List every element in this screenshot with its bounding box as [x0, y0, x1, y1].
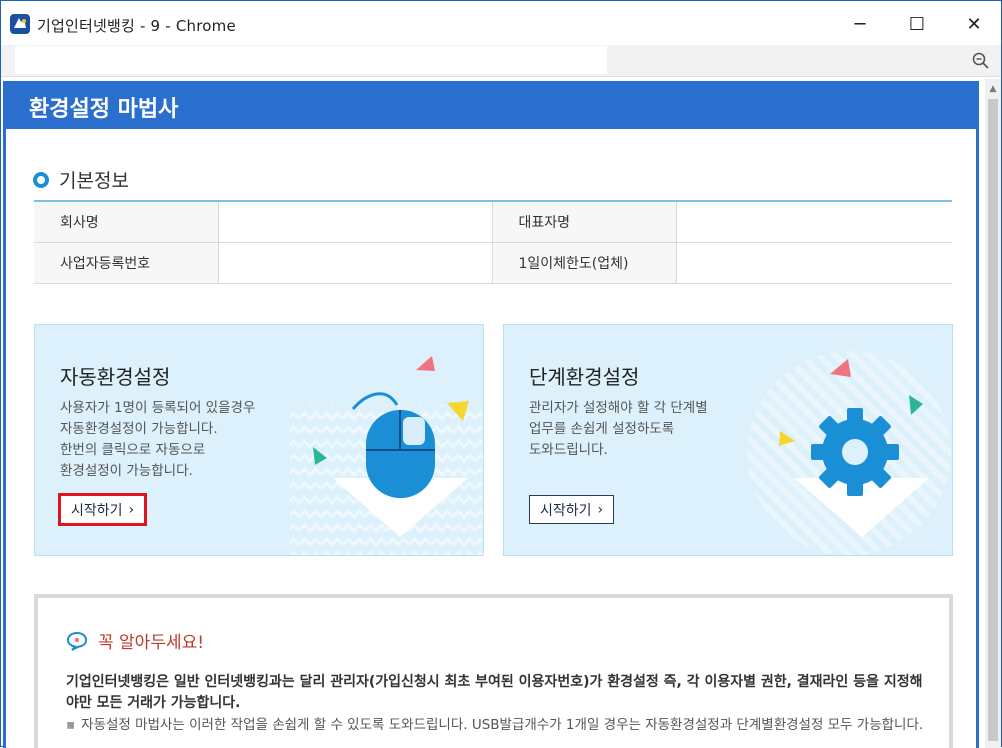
bizno-value: [217, 242, 493, 284]
desc-line: 업무를 손쉽게 설정하도록: [529, 421, 675, 437]
button-label: 시작하기: [71, 502, 123, 519]
section-title: 기본정보: [33, 166, 129, 193]
desc-line: 자동환경설정이 가능합니다.: [60, 421, 218, 437]
table-row: 회사명 대표자명: [34, 201, 952, 243]
auto-setup-description: 사용자가 1명이 등록되어 있을경우 자동환경설정이 가능합니다. 한번의 클릭…: [60, 398, 255, 482]
title-bar: 기업인터넷뱅킹 - 9 - Chrome ─ ☐ ✕: [1, 1, 1001, 47]
window-title: 기업인터넷뱅킹 - 9 - Chrome: [37, 17, 236, 35]
scroll-up-arrow-icon[interactable]: ▲: [985, 83, 1001, 95]
wizard-header: 환경설정 마법사: [3, 81, 979, 129]
desc-line: 환경설정이 가능합니다.: [60, 463, 193, 479]
desc-line: 사용자가 1명이 등록되어 있을경우: [60, 400, 256, 416]
page-content: 환경설정 마법사 기본정보 회사명 대표자명 사업자등록번호 1일이체한도(업체…: [3, 79, 985, 748]
browser-window: 기업인터넷뱅킹 - 9 - Chrome ─ ☐ ✕ 환경설정 마법사 기본정보…: [0, 0, 1002, 748]
bizno-label: 사업자등록번호: [34, 242, 218, 284]
maximize-button[interactable]: ☐: [902, 9, 932, 39]
bullet-icon: ▪: [66, 717, 76, 733]
chevron-right-icon: ›: [128, 501, 135, 518]
speech-bubble-icon: [66, 631, 88, 651]
vertical-scrollbar[interactable]: ▲: [985, 79, 1001, 748]
notice-box: 꼭 알아두세요! 기업인터넷뱅킹은 일반 인터넷뱅킹과는 달리 관리자(가입신청…: [34, 594, 953, 748]
desc-line: 한번의 클릭으로 자동으로: [60, 442, 206, 458]
ceo-label: 대표자명: [492, 201, 676, 243]
bullet-circle-icon: [33, 171, 49, 188]
scrollbar-thumb[interactable]: [988, 99, 998, 741]
minimize-button[interactable]: ─: [845, 9, 875, 39]
daily-limit-value: [675, 242, 952, 284]
ceo-value: [675, 201, 952, 243]
chevron-right-icon: ›: [597, 501, 604, 518]
desc-line: 관리자가 설정해야 할 각 단계별: [529, 400, 708, 416]
url-field[interactable]: [15, 46, 607, 74]
auto-setup-card: 자동환경설정 사용자가 1명이 등록되어 있을경우 자동환경설정이 가능합니다.…: [34, 324, 484, 556]
step-setup-start-button[interactable]: 시작하기 ›: [529, 495, 615, 524]
auto-setup-title: 자동환경설정: [60, 365, 171, 389]
close-button[interactable]: ✕: [959, 9, 989, 39]
step-setup-card: 단계환경설정 관리자가 설정해야 할 각 단계별 업무를 손쉽게 설정하도록 도…: [503, 324, 953, 556]
step-setup-title: 단계환경설정: [529, 365, 640, 389]
daily-limit-label: 1일이체한도(업체): [492, 242, 676, 284]
notice-main-text: 기업인터넷뱅킹은 일반 인터넷뱅킹과는 달리 관리자(가입신청시 최초 부여된 …: [66, 674, 923, 711]
ibk-bank-icon: [10, 14, 30, 34]
basic-info-table: 회사명 대표자명 사업자등록번호 1일이체한도(업체): [34, 200, 952, 284]
section-title-text: 기본정보: [59, 170, 129, 192]
notice-title: 꼭 알아두세요!: [66, 628, 204, 653]
notice-title-text: 꼭 알아두세요!: [98, 633, 205, 653]
auto-setup-start-button[interactable]: 시작하기 ›: [57, 493, 148, 526]
button-label: 시작하기: [540, 502, 592, 519]
table-row: 사업자등록번호 1일이체한도(업체): [34, 242, 952, 284]
notice-sub-text: ▪ 자동설정 마법사는 이러한 작업을 손쉽게 할 수 있도록 도와드립니다. U…: [66, 715, 936, 736]
company-value: [217, 201, 493, 243]
notice-sub-text-body: 자동설정 마법사는 이러한 작업을 손쉽게 할 수 있도록 도와드립니다. US…: [81, 717, 924, 733]
zoom-icon[interactable]: [971, 51, 991, 71]
address-bar: [1, 45, 1001, 77]
company-label: 회사명: [34, 201, 218, 243]
step-setup-description: 관리자가 설정해야 할 각 단계별 업무를 손쉽게 설정하도록 도와드립니다.: [529, 398, 708, 461]
desc-line: 도와드립니다.: [529, 442, 608, 458]
